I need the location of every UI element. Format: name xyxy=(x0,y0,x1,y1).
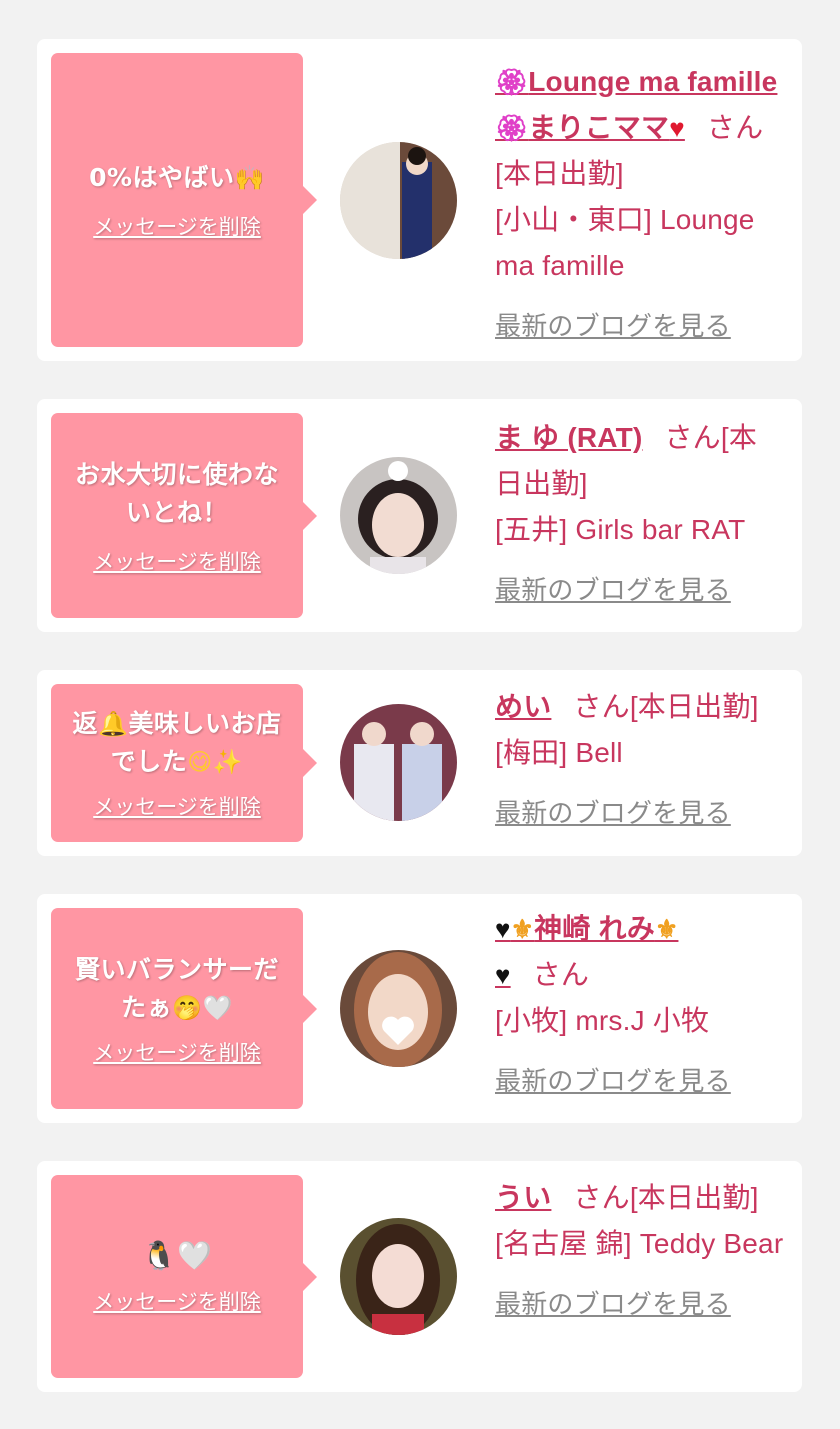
latest-blog-link[interactable]: 最新のブログを見る xyxy=(495,790,731,836)
cast-info: ま ゆ (RAT) さん[本日出勤] [五井] Girls bar RAT 最新の… xyxy=(495,415,780,613)
location-text: [小牧] mrs.J 小牧 xyxy=(495,1005,710,1036)
delete-message-link[interactable]: メッセージを削除 xyxy=(93,546,261,576)
message-bubble: お水大切に使わないとね！ メッセージを削除 xyxy=(51,413,317,618)
avatar[interactable] xyxy=(340,142,457,259)
delete-message-link[interactable]: メッセージを削除 xyxy=(93,1037,261,1067)
location-text: [五井] Girls bar RAT xyxy=(495,514,746,545)
honorific: さん xyxy=(573,1182,630,1213)
location-text: [小山・東口] Lounge ma famille xyxy=(495,204,755,281)
delete-message-link[interactable]: メッセージを削除 xyxy=(93,211,261,241)
status-text: [本日出勤] xyxy=(629,691,759,722)
fleur-de-lis-icon: ⚜ xyxy=(654,914,679,944)
honorific: さん xyxy=(706,112,764,143)
location-text: [梅田] Bell xyxy=(495,737,623,768)
cast-info: 🏵Lounge ma famille 🏵まりこママ♥ さん[本日出勤] [小山・東… xyxy=(495,59,795,349)
message-card: お水大切に使わないとね！ メッセージを削除 ま ゆ (RAT) さん[本日出勤] … xyxy=(37,399,802,632)
cast-info: めい さん[本日出勤] [梅田] Bell 最新のブログを見る xyxy=(495,684,795,836)
penguin-white-heart-icon: 🐧🤍 xyxy=(141,1239,213,1272)
message-bubble: 0%はやばい🙌 メッセージを削除 xyxy=(51,53,317,347)
message-card: 賢いバランサーだたぁ🤭🤍 メッセージを削除 ♥⚜神崎 れみ⚜ ♥ さん [小牧] m… xyxy=(37,894,802,1123)
message-card: 返🔔美味しいお店でした😋✨ メッセージを削除 めい さん[本日出勤] [梅田] B… xyxy=(37,670,802,856)
latest-blog-link[interactable]: 最新のブログを見る xyxy=(495,1281,731,1327)
avatar[interactable] xyxy=(340,1218,457,1335)
heart-icon: ♥ xyxy=(669,113,685,143)
message-bubble: 返🔔美味しいお店でした😋✨ メッセージを削除 xyxy=(51,684,317,842)
cast-info: うい さん[本日出勤] [名古屋 錦] Teddy Bear 最新のブログを見る xyxy=(495,1175,795,1327)
avatar[interactable] xyxy=(340,704,457,821)
flower-icon: 🏵 xyxy=(495,113,529,143)
message-text: 返🔔美味しいお店でした😋✨ xyxy=(72,709,282,776)
delete-message-link[interactable]: メッセージを削除 xyxy=(93,791,261,821)
latest-blog-link[interactable]: 最新のブログを見る xyxy=(495,303,731,349)
message-text: お水大切に使わないとね！ xyxy=(74,459,279,527)
latest-blog-link[interactable]: 最新のブログを見る xyxy=(495,567,731,613)
hand-over-mouth-white-heart-icon: 🤭🤍 xyxy=(172,993,233,1022)
honorific: さん xyxy=(532,959,590,990)
cast-name-link[interactable]: ま ゆ (RAT) xyxy=(495,422,642,453)
message-card: 0%はやばい🙌 メッセージを削除 🏵Lounge ma famille 🏵まりこ… xyxy=(37,39,802,361)
cast-info: ♥⚜神崎 れみ⚜ ♥ さん [小牧] mrs.J 小牧 最新のブログを見る xyxy=(495,906,780,1104)
status-text: [本日出勤] xyxy=(629,1182,759,1213)
bell-icon: 🔔 xyxy=(98,710,129,738)
cast-name-link[interactable]: めい xyxy=(495,691,551,722)
honorific: さん xyxy=(664,422,721,453)
black-heart-icon: ♥ xyxy=(495,960,511,990)
cast-name-link[interactable]: うい xyxy=(495,1182,551,1213)
message-bubble: 🐧🤍 メッセージを削除 xyxy=(51,1175,317,1378)
latest-blog-link[interactable]: 最新のブログを見る xyxy=(495,1058,731,1104)
raised-hands-icon: 🙌 xyxy=(234,164,265,192)
status-text: [本日出勤] xyxy=(495,158,624,189)
flower-icon: 🏵 xyxy=(495,67,529,97)
avatar[interactable] xyxy=(340,950,457,1067)
delete-message-link[interactable]: メッセージを削除 xyxy=(93,1286,261,1316)
message-text: 0%はやばい🙌 xyxy=(89,163,265,192)
yum-sparkles-icon: 😋✨ xyxy=(187,748,244,776)
message-bubble: 賢いバランサーだたぁ🤭🤍 メッセージを削除 xyxy=(51,908,317,1109)
message-card: 🐧🤍 メッセージを削除 うい さん[本日出勤] [名古屋 錦] Teddy Bea… xyxy=(37,1161,802,1392)
honorific: さん xyxy=(573,691,630,722)
location-text: [名古屋 錦] Teddy Bear xyxy=(495,1228,784,1259)
fleur-de-lis-icon: ⚜ xyxy=(510,914,535,944)
black-heart-icon: ♥ xyxy=(495,914,511,944)
message-text: 賢いバランサーだたぁ🤭🤍 xyxy=(74,954,279,1022)
avatar[interactable] xyxy=(340,457,457,574)
message-text: 🐧🤍 xyxy=(142,1237,213,1276)
